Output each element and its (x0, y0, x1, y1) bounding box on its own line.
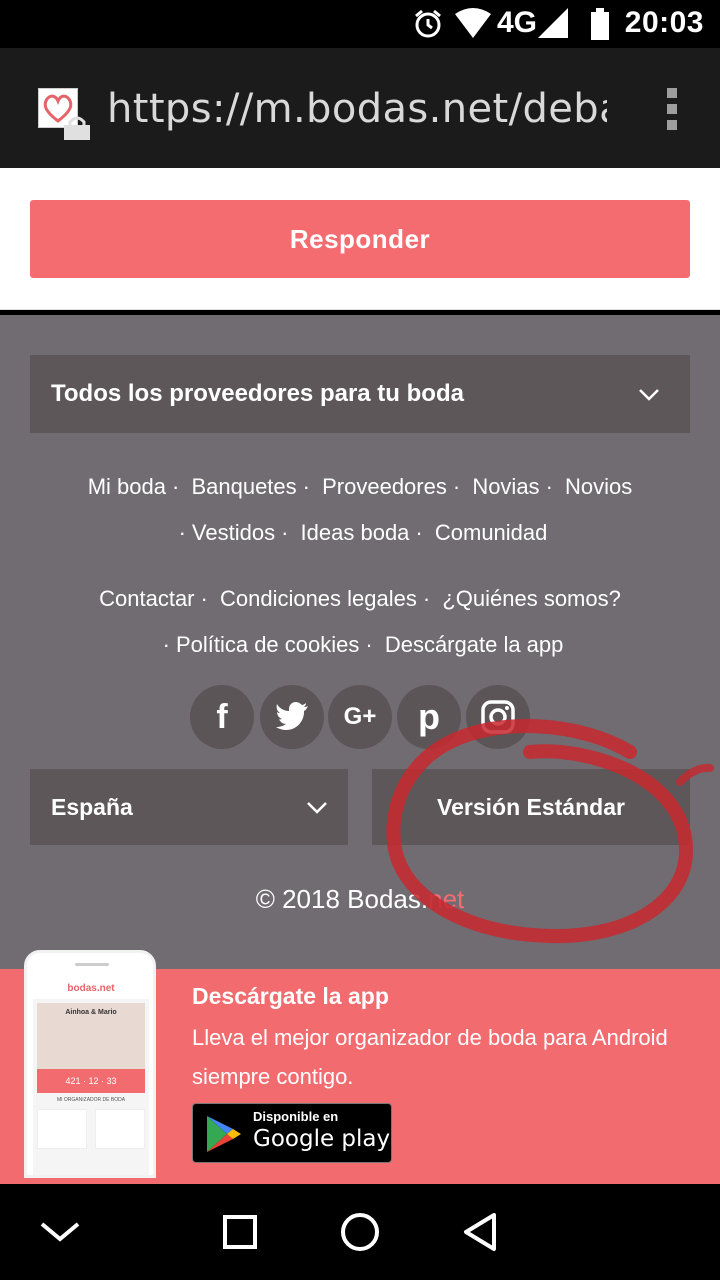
reply-button[interactable]: Responder (30, 200, 690, 278)
country-select[interactable]: España (30, 769, 348, 845)
signal-icon (538, 8, 568, 38)
providers-select[interactable]: Todos los proveedores para tu boda (30, 355, 690, 433)
phone-countdown: 421 · 12 · 33 (37, 1069, 145, 1093)
network-type: 4G (497, 6, 538, 39)
link-descargate-app[interactable]: Descárgate la app (385, 632, 564, 657)
clock: 20:03 (624, 6, 704, 39)
providers-select-label: Todos los proveedores para tu boda (51, 380, 464, 407)
link-vestidos[interactable]: Vestidos (192, 520, 275, 545)
link-novias[interactable]: Novias (472, 474, 539, 499)
wifi-icon (455, 8, 491, 38)
url-field[interactable]: https://m.bodas.net/debate (107, 86, 607, 136)
link-banquetes[interactable]: Banquetes (191, 474, 296, 499)
link-novios[interactable]: Novios (565, 474, 632, 499)
back-triangle-icon[interactable] (440, 1184, 520, 1280)
nav-links-row1: Mi boda · Banquetes · Proveedores · Novias ·… (87, 474, 633, 499)
phone-logo: bodas.net (33, 979, 149, 999)
google-play-badge[interactable]: Disponible en Google play (192, 1103, 392, 1163)
facebook-icon[interactable]: f (190, 685, 254, 749)
info-links-row2: · Política de cookies · Descárgate la app (162, 632, 564, 657)
phone-names: Ainhoa & Mario (65, 1009, 117, 1016)
link-quienes-somos[interactable]: ¿Quiénes somos? (442, 586, 621, 611)
twitter-icon[interactable] (260, 685, 324, 749)
red-circle-annotation (386, 718, 714, 944)
status-bar: 4G 20:03 (0, 0, 720, 48)
link-contactar[interactable]: Contactar (99, 586, 194, 611)
banner-text: Lleva el mejor organizador de boda para … (192, 1025, 668, 1089)
link-comunidad[interactable]: Comunidad (435, 520, 548, 545)
info-links-row1: Contactar · Condiciones legales · ¿Quiénes… (99, 586, 621, 611)
lock-icon (64, 116, 90, 140)
more-vert-icon[interactable] (664, 88, 680, 132)
banner-title: Descárgate la app (192, 983, 389, 1009)
link-politica-cookies[interactable]: Política de cookies (176, 632, 359, 657)
link-condiciones-legales[interactable]: Condiciones legales (220, 586, 417, 611)
nav-links-row2: · Vestidos · Ideas boda · Comunidad (178, 520, 548, 545)
link-ideas-boda[interactable]: Ideas boda (301, 520, 410, 545)
link-proveedores[interactable]: Proveedores (322, 474, 447, 499)
link-mi-boda[interactable]: Mi boda (88, 474, 166, 499)
home-circle-icon[interactable] (320, 1184, 400, 1280)
recents-square-icon[interactable] (200, 1184, 280, 1280)
phone-mockup: bodas.net Ainhoa & Mario 421 · 12 · 33 M… (24, 950, 156, 1178)
android-nav-bar (0, 1184, 720, 1280)
alarm-icon (415, 9, 441, 38)
chevron-down-icon (307, 802, 327, 814)
country-select-label: España (51, 794, 133, 820)
back-chevron-icon[interactable] (20, 1184, 100, 1280)
chevron-down-icon (639, 389, 659, 401)
google-play-icon (207, 1116, 241, 1152)
phone-organizer: MI ORGANIZADOR DE BODA (56, 1097, 126, 1103)
battery-icon (591, 8, 609, 40)
